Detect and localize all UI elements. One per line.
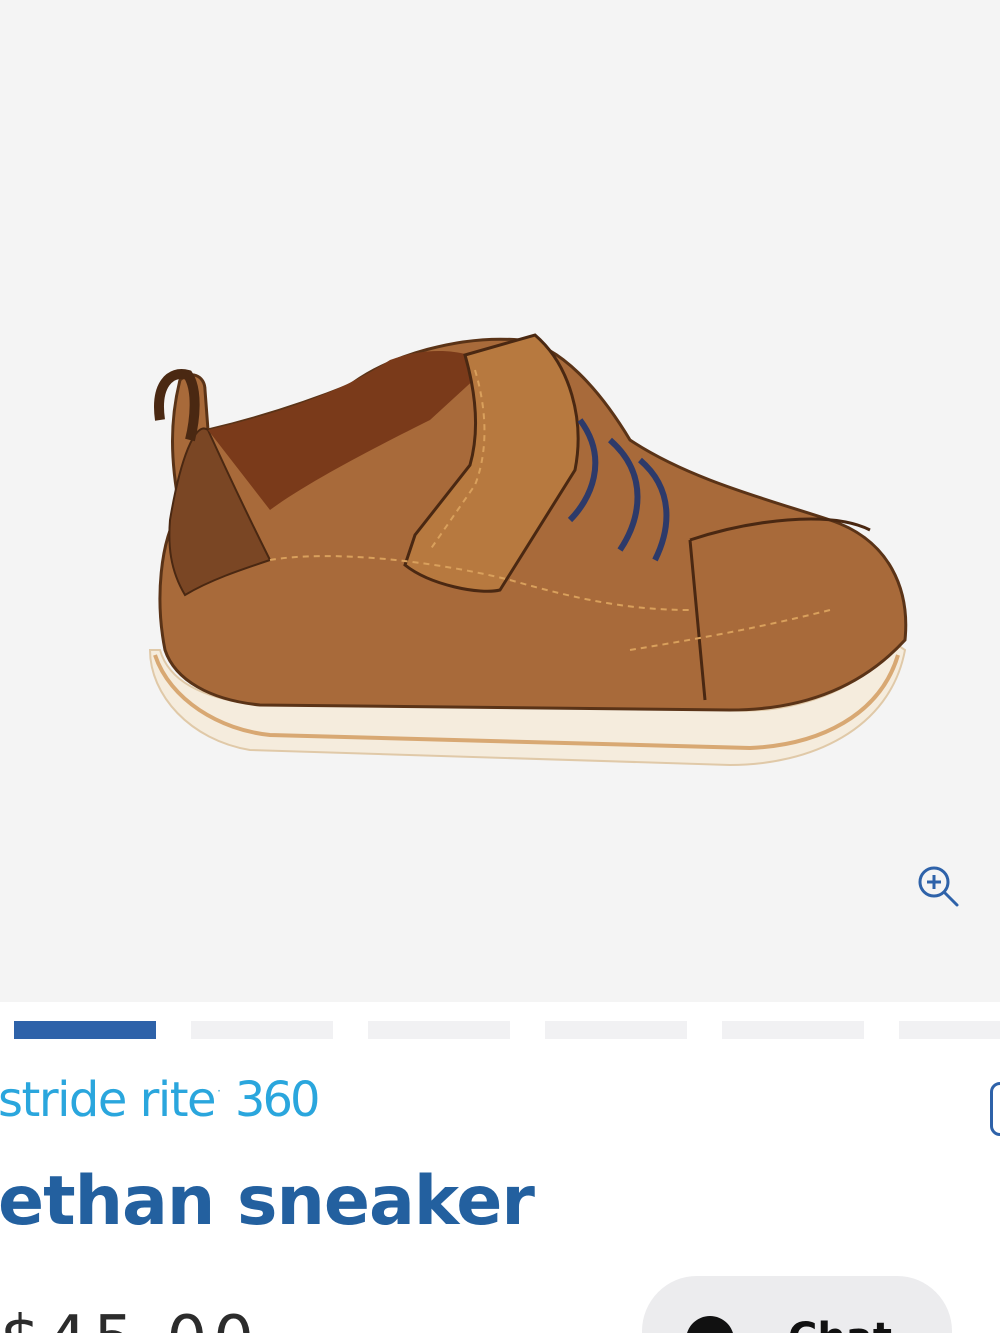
product-title: ethan sneaker: [0, 1162, 535, 1241]
carousel-dot[interactable]: [191, 1021, 333, 1039]
carousel-dot[interactable]: [545, 1021, 687, 1039]
product-image[interactable]: [130, 310, 930, 810]
brand-series: 360: [234, 1072, 321, 1128]
share-icon[interactable]: [990, 1082, 1000, 1136]
zoom-in-icon[interactable]: [912, 860, 964, 912]
carousel-dot[interactable]: [899, 1021, 1000, 1039]
carousel-dot[interactable]: [368, 1021, 510, 1039]
image-carousel-indicator: [0, 1021, 1000, 1041]
carousel-dot[interactable]: [722, 1021, 864, 1039]
chat-label: Chat: [788, 1318, 892, 1333]
brand-name: stride rite: [0, 1072, 217, 1128]
product-page: stride rite · 360 ethan sneaker $45.00 C…: [0, 0, 1000, 1333]
product-price: $45.00: [0, 1308, 260, 1333]
product-image-area: [0, 0, 1000, 1002]
brand-trademark: ·: [217, 1084, 221, 1098]
brand-logo[interactable]: stride rite · 360: [0, 1072, 321, 1136]
carousel-dot-active[interactable]: [14, 1021, 156, 1039]
